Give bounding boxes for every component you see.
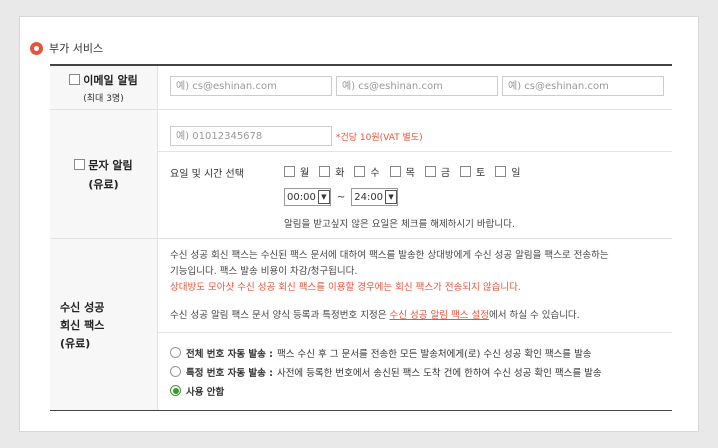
option-specific-numbers[interactable]: 특정 번호 자동 발송 : 사전에 등록한 번호에서 송신된 팩스 도착 건에 한… bbox=[170, 362, 660, 381]
day-sun[interactable]: 일 bbox=[495, 164, 520, 179]
fax-warning: 상대방도 모아샷 수신 성공 회신 팩스를 이용할 경우에는 회신 팩스가 전송… bbox=[170, 282, 521, 293]
day-checkbox[interactable] bbox=[389, 166, 401, 177]
day-wed[interactable]: 수 bbox=[354, 164, 380, 179]
email-checkbox[interactable] bbox=[69, 73, 81, 85]
end-time-select[interactable]: 24:00 ▼ bbox=[351, 188, 399, 206]
email-input-1[interactable] bbox=[170, 76, 332, 96]
day-checkbox[interactable] bbox=[424, 166, 436, 177]
time-separator: ~ bbox=[336, 191, 346, 203]
day-checkbox[interactable] bbox=[460, 166, 472, 177]
chevron-down-icon: ▼ bbox=[317, 190, 330, 204]
email-label: 이메일 알림 bbox=[83, 73, 138, 87]
day-checkbox[interactable] bbox=[319, 166, 331, 177]
fax-settings-link[interactable]: 수신 성공 알림 팩스 설정 bbox=[389, 310, 488, 321]
fax-options: 전체 번호 자동 발송 : 팩스 수신 후 그 문서를 전송한 모든 발송처에게(… bbox=[158, 333, 672, 410]
radio-button[interactable] bbox=[170, 366, 181, 377]
option-not-used[interactable]: 사용 안함 bbox=[170, 381, 660, 400]
section-title: 부가 서비스 bbox=[49, 42, 104, 55]
email-label-cell: 이메일 알림 (최대 3명) bbox=[50, 66, 158, 109]
radio-button[interactable] bbox=[170, 347, 181, 358]
fax-label-cell: 수신 성공 회신 팩스 (유료) bbox=[50, 239, 158, 410]
sms-row: 문자 알림 (유료) *건당 10원(VAT 별도) 요일 및 시간 선택 월 … bbox=[50, 110, 672, 239]
email-input-3[interactable] bbox=[502, 76, 664, 96]
sms-label: 문자 알림 bbox=[88, 158, 133, 172]
day-sat[interactable]: 토 bbox=[460, 164, 485, 179]
day-fri[interactable]: 금 bbox=[424, 164, 450, 179]
fax-label-1: 수신 성공 bbox=[60, 300, 105, 314]
start-time-select[interactable]: 00:00 ▼ bbox=[284, 188, 331, 206]
bullet-icon bbox=[30, 41, 43, 55]
day-thu[interactable]: 목 bbox=[389, 164, 415, 179]
email-input-2[interactable] bbox=[336, 76, 498, 96]
fax-label-2: 회신 팩스 bbox=[60, 318, 105, 332]
option-all-numbers[interactable]: 전체 번호 자동 발송 : 팩스 수신 후 그 문서를 전송한 모든 발송처에게(… bbox=[170, 343, 660, 362]
phone-input[interactable] bbox=[170, 126, 332, 146]
fax-description: 수신 성공 회신 팩스는 수신된 팩스 문서에 대하여 팩스를 발송한 상대방에… bbox=[158, 239, 672, 333]
schedule-hint: 알림을 받고싶지 않은 요일은 체크를 해제하시기 바랍니다. bbox=[284, 219, 515, 230]
sms-label-cell: 문자 알림 (유료) bbox=[50, 110, 158, 238]
sms-sublabel: (유료) bbox=[88, 177, 119, 191]
day-checkbox[interactable] bbox=[495, 166, 507, 177]
radio-button-selected[interactable] bbox=[170, 385, 181, 396]
sms-price-note: *건당 10원(VAT 별도) bbox=[336, 132, 423, 143]
chevron-down-icon: ▼ bbox=[385, 190, 398, 204]
day-mon[interactable]: 월 bbox=[284, 164, 309, 179]
email-sublabel: (최대 3명) bbox=[83, 93, 124, 104]
day-tue[interactable]: 화 bbox=[319, 164, 344, 179]
fax-row: 수신 성공 회신 팩스 (유료) 수신 성공 회신 팩스는 수신된 팩스 문서에… bbox=[50, 239, 672, 410]
section-header: 부가 서비스 bbox=[30, 40, 103, 56]
fax-label-3: (유료) bbox=[60, 336, 91, 350]
day-checkbox[interactable] bbox=[354, 166, 366, 177]
day-checkbox[interactable] bbox=[284, 166, 295, 177]
sms-checkbox[interactable] bbox=[74, 158, 86, 170]
schedule-label: 요일 및 시간 선택 bbox=[170, 169, 244, 180]
day-checkboxes: 월 화 수 목 금 토 일 bbox=[284, 164, 520, 179]
service-table: 이메일 알림 (최대 3명) 문자 알림 (유료) *건당 10원(VAT 별도… bbox=[50, 64, 672, 411]
email-row: 이메일 알림 (최대 3명) bbox=[50, 66, 672, 110]
